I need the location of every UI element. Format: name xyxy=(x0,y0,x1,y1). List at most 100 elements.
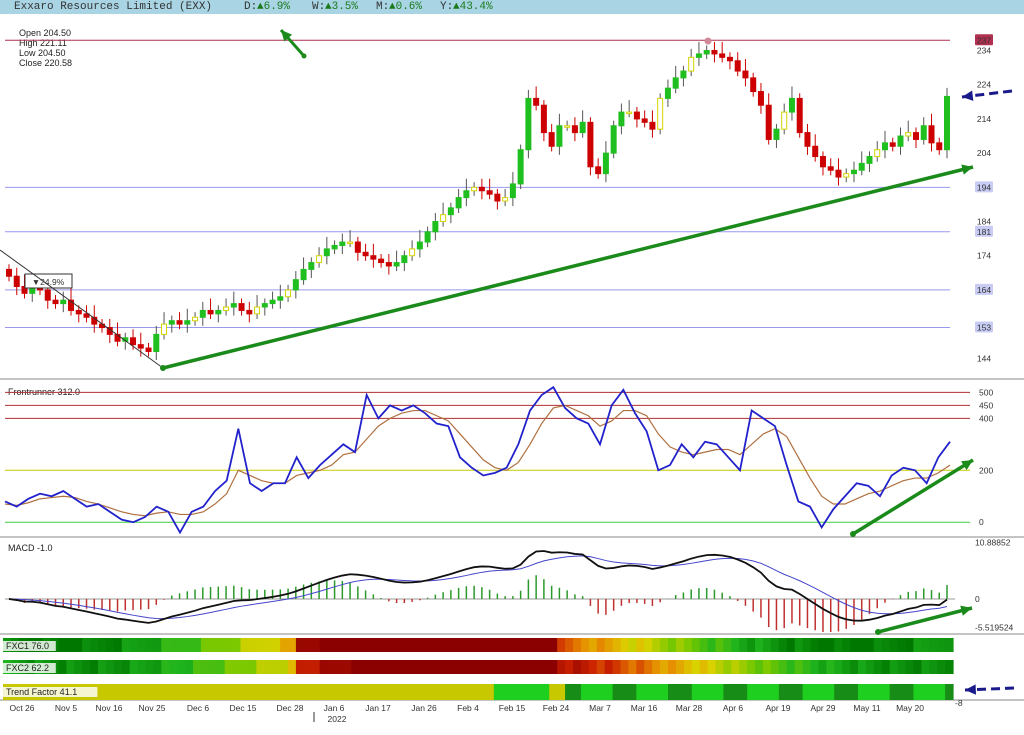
price-tick: 144 xyxy=(977,353,991,363)
fxc1-cell xyxy=(478,638,487,652)
trend-anchor-dot xyxy=(850,531,856,537)
fxc1-cell xyxy=(422,638,432,652)
level-label: 164 xyxy=(977,285,991,295)
fxc2-cell xyxy=(802,660,812,674)
candle-body xyxy=(486,190,493,195)
candle-body xyxy=(393,262,400,267)
macd-tick: -5.519524 xyxy=(975,623,1014,633)
trend-factor-cell xyxy=(335,684,345,700)
candle-body xyxy=(556,125,563,147)
fxc1-cell xyxy=(858,638,867,652)
fxc2-cell xyxy=(628,660,637,674)
trend-factor-cell xyxy=(367,684,376,700)
fxc1-cell xyxy=(794,638,804,652)
fxc2-cell xyxy=(129,660,139,674)
fxc1-cell xyxy=(810,638,820,652)
candle-body xyxy=(742,70,749,79)
trend-factor-cell xyxy=(288,684,297,700)
candle-body xyxy=(540,104,547,134)
fxc2-cell xyxy=(596,660,606,674)
fxc2-cell xyxy=(541,660,550,674)
candle-body xyxy=(874,149,881,158)
trend-factor-cell xyxy=(937,684,946,700)
trend-factor-cell xyxy=(359,684,368,700)
fxc2-cell xyxy=(90,660,99,674)
trend-factor-cell xyxy=(216,684,226,700)
fxc2-cell xyxy=(525,660,535,674)
candle-body xyxy=(478,186,485,192)
fxc1-cell xyxy=(272,638,281,652)
fxc1-cell xyxy=(295,638,305,652)
trend-factor-cell xyxy=(826,684,835,700)
candle-body xyxy=(463,190,470,199)
fxc1-cell xyxy=(485,638,495,652)
fxc1-cell xyxy=(588,638,598,652)
fxc1-cell xyxy=(541,638,550,652)
fxc2-cell xyxy=(763,660,772,674)
fxc1-cell xyxy=(580,638,590,652)
trend-factor-cell xyxy=(897,684,907,700)
candle-body xyxy=(788,97,795,113)
fxc2-cell xyxy=(177,660,186,674)
fxc2-cell xyxy=(98,660,107,674)
fxc2-cell xyxy=(406,660,416,674)
candle-body xyxy=(285,289,292,298)
fxc2-cell xyxy=(256,660,265,674)
trend-factor-cell xyxy=(208,684,218,700)
fxc2-cell xyxy=(240,660,250,674)
trend-factor-cell xyxy=(383,684,392,700)
fxc1-cell xyxy=(731,638,740,652)
fxc1-cell xyxy=(161,638,170,652)
fxc2-cell xyxy=(668,660,677,674)
fxc1-cell xyxy=(264,638,273,652)
trend-factor-cell xyxy=(121,684,131,700)
fxc2-cell xyxy=(311,660,321,674)
candle-body xyxy=(339,241,346,246)
candle-body xyxy=(881,142,888,151)
fxc2-cell xyxy=(636,660,645,674)
trend-anchor-dot xyxy=(160,365,166,371)
fxc2-cell xyxy=(921,660,930,674)
candle-body xyxy=(362,251,369,257)
candle-body xyxy=(796,97,803,134)
candle-body xyxy=(292,279,299,291)
fxc2-cell xyxy=(264,660,273,674)
candle-body xyxy=(719,53,726,58)
fxc1-cell xyxy=(113,638,123,652)
fxc1-cell xyxy=(747,638,756,652)
candle-body xyxy=(905,132,912,137)
trend-factor-cell xyxy=(501,684,511,700)
candle-body xyxy=(323,248,330,257)
fxc1-cell xyxy=(945,638,954,652)
fxc1-cell xyxy=(786,638,796,652)
candle-body xyxy=(812,145,819,158)
trend-factor-cell xyxy=(850,684,859,700)
fxc1-cell xyxy=(889,638,899,652)
trend-factor-cell xyxy=(707,684,717,700)
trend-factor-cell xyxy=(224,684,234,700)
fxc2-cell xyxy=(731,660,740,674)
fxc1-cell xyxy=(248,638,257,652)
candle-body xyxy=(897,135,904,147)
candle-body xyxy=(409,248,416,257)
trend-factor-cell xyxy=(858,684,867,700)
oscillator-tick: 450 xyxy=(979,400,993,410)
fxc1-cell xyxy=(200,638,210,652)
trend-factor-cell xyxy=(161,684,170,700)
candle-body xyxy=(858,162,865,171)
trend-factor-cell xyxy=(683,684,693,700)
trend-factor-cell xyxy=(105,684,115,700)
trend-factor-cell xyxy=(755,684,764,700)
fxc1-cell xyxy=(90,638,99,652)
x-axis-label: Nov 16 xyxy=(96,703,123,713)
fxc2-cell xyxy=(58,660,67,674)
candle-body xyxy=(238,303,245,311)
fxc2-cell xyxy=(359,660,368,674)
fxc1-cell xyxy=(208,638,218,652)
trend-factor-cell xyxy=(248,684,257,700)
candle-body xyxy=(525,97,532,151)
fxc1-cell xyxy=(604,638,614,652)
candle-body xyxy=(347,241,354,245)
candle-body xyxy=(726,56,733,62)
fxc2-cell xyxy=(834,660,843,674)
